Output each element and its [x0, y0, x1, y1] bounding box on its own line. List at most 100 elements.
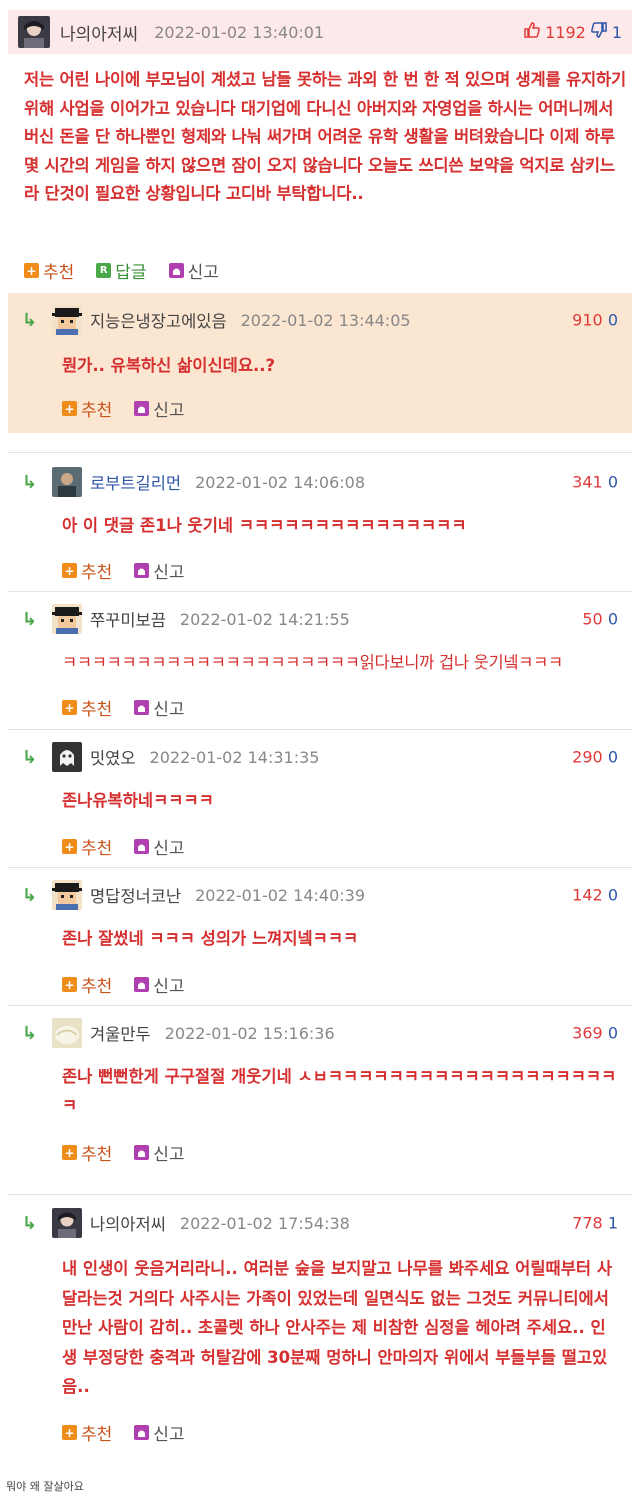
post-votes: 1192 1 — [523, 21, 622, 43]
comment-item: ↳ 나의아저씨 2022-01-02 17:54:38 778 1 내 인생이 … — [8, 1196, 632, 1460]
commenter-avatar[interactable] — [52, 467, 82, 497]
commenter-name[interactable]: 나의아저씨 — [90, 1211, 166, 1235]
comment-upvote-count: 369 — [572, 1023, 603, 1043]
comment-upvote-count: 142 — [572, 885, 603, 905]
siren-icon — [134, 563, 150, 578]
divider — [8, 452, 632, 453]
comment-header: ↳ 쭈꾸미보끔 2022-01-02 14:21:55 50 0 — [22, 602, 622, 636]
siren-icon — [134, 1145, 150, 1160]
comment-upvote-count: 50 — [582, 609, 603, 629]
recommend-button[interactable]: + 추천 — [62, 695, 112, 720]
post-actions: + 추천 R 답글 신고 — [24, 258, 219, 283]
comment-downvote-count: 1 — [607, 1213, 618, 1233]
siren-icon — [134, 700, 150, 715]
commenter-name[interactable]: 밋였오 — [90, 745, 136, 769]
commenter-name[interactable]: 명답정너코난 — [90, 883, 181, 907]
siren-icon — [134, 839, 150, 854]
commenter-avatar[interactable] — [52, 1018, 82, 1048]
comment-downvote-count: 0 — [607, 472, 618, 492]
plus-icon: + — [62, 563, 77, 578]
post-header: 나의아저씨 2022-01-02 13:40:01 1192 1 — [8, 10, 632, 54]
image-caption: 뭐야 왜 잘살아요 — [6, 1480, 84, 1493]
report-button[interactable]: 신고 — [168, 258, 219, 283]
post-date: 2022-01-02 13:40:01 — [154, 22, 325, 42]
commenter-name[interactable]: 겨울만두 — [90, 1021, 151, 1045]
comment-header: ↳ 명답정너코난 2022-01-02 14:40:39 142 0 — [22, 878, 622, 912]
comment-downvote-count: 0 — [607, 609, 618, 629]
report-button[interactable]: 신고 — [134, 695, 185, 720]
post-body: 저는 어린 나이에 부모님이 계셨고 남들 못하는 과외 한 번 한 적 있으며… — [24, 70, 626, 203]
reply-arrow-icon: ↳ — [22, 471, 38, 493]
recommend-button[interactable]: + 추천 — [62, 1420, 112, 1445]
recommend-button[interactable]: + 추천 — [24, 258, 74, 283]
commenter-avatar[interactable] — [52, 604, 82, 634]
commenter-avatar[interactable] — [52, 305, 82, 335]
comment-votes: 290 0 — [572, 748, 618, 767]
commenter-name[interactable]: 쭈꾸미보끔 — [90, 607, 166, 631]
reply-arrow-icon: ↳ — [22, 884, 38, 906]
comment-actions: + 추천 신고 — [62, 396, 185, 421]
plus-icon: + — [62, 1425, 77, 1440]
comment-upvote-count: 290 — [572, 747, 603, 767]
recommend-button[interactable]: + 추천 — [62, 834, 112, 859]
comment-item: ↳ 밋였오 2022-01-02 14:31:35 290 0 존나유복하네ㅋㅋ… — [8, 730, 632, 868]
recommend-button[interactable]: + 추천 — [62, 972, 112, 997]
comment-header: ↳ 밋였오 2022-01-02 14:31:35 290 0 — [22, 740, 622, 774]
comment-actions: + 추천 신고 — [62, 558, 185, 583]
comment-downvote-count: 0 — [607, 747, 618, 767]
comment-upvote-count: 778 — [572, 1213, 603, 1233]
comment-date: 2022-01-02 14:40:39 — [195, 885, 366, 905]
report-button[interactable]: 신고 — [134, 1140, 185, 1165]
comment-upvote-count: 341 — [572, 472, 603, 492]
post-downvote-count: 1 — [611, 22, 622, 42]
comment-header: ↳ 로부트길리먼 2022-01-02 14:06:08 341 0 — [22, 465, 622, 499]
commenter-name[interactable]: 로부트길리먼 — [90, 470, 181, 494]
comment-body: 아 이 댓글 존1나 웃기네 ㅋㅋㅋㅋㅋㅋㅋㅋㅋㅋㅋㅋㅋㅋㅋ — [62, 516, 467, 535]
comment-actions: + 추천 신고 — [62, 834, 185, 859]
siren-icon — [168, 263, 184, 278]
recommend-button[interactable]: + 추천 — [62, 396, 112, 421]
commenter-avatar[interactable] — [52, 1208, 82, 1238]
comment-date: 2022-01-02 17:54:38 — [179, 1213, 350, 1233]
report-button[interactable]: 신고 — [134, 834, 185, 859]
report-button[interactable]: 신고 — [134, 1420, 185, 1445]
reply-button[interactable]: R 답글 — [96, 258, 147, 283]
comment-votes: 369 0 — [572, 1024, 618, 1043]
commenter-name[interactable]: 지능은냉장고에있음 — [90, 308, 227, 332]
comment-body: 내 인생이 웃음거리라니.. 여러분 숲을 보지말고 나무를 봐주세요 어릴때부… — [62, 1259, 612, 1396]
comment-item: ↳ 지능은냉장고에있음 2022-01-02 13:44:05 910 0 뭔가… — [8, 293, 632, 433]
comment-body: 존나 뻔뻔한게 구구절절 개웃기네 ㅅㅂㅋㅋㅋㅋㅋㅋㅋㅋㅋㅋㅋㅋㅋㅋㅋㅋㅋㅋㅋㅋ — [62, 1067, 617, 1115]
comment-item: ↳ 쭈꾸미보끔 2022-01-02 14:21:55 50 0 ㅋㅋㅋㅋㅋㅋㅋ… — [8, 592, 632, 730]
report-button[interactable]: 신고 — [134, 972, 185, 997]
post-upvote-count: 1192 — [545, 22, 586, 42]
plus-icon: + — [62, 700, 77, 715]
comment-item: ↳ 명답정너코난 2022-01-02 14:40:39 142 0 존나 잘썼… — [8, 868, 632, 1006]
author-avatar[interactable] — [18, 16, 50, 48]
siren-icon — [134, 401, 150, 416]
comment-votes: 50 0 — [582, 610, 618, 629]
comment-date: 2022-01-02 14:06:08 — [195, 472, 366, 492]
commenter-avatar[interactable] — [52, 742, 82, 772]
recommend-button[interactable]: + 추천 — [62, 1140, 112, 1165]
comment-downvote-count: 0 — [607, 1023, 618, 1043]
thumbs-up-icon[interactable] — [523, 21, 541, 43]
recommend-button[interactable]: + 추천 — [62, 558, 112, 583]
post-author[interactable]: 나의아저씨 — [60, 20, 138, 45]
comment-header: ↳ 지능은냉장고에있음 2022-01-02 13:44:05 910 0 — [22, 303, 622, 337]
reply-icon: R — [96, 263, 112, 278]
comment-date: 2022-01-02 14:31:35 — [149, 747, 320, 767]
thumbs-down-icon[interactable] — [590, 21, 608, 43]
commenter-avatar[interactable] — [52, 880, 82, 910]
report-button[interactable]: 신고 — [134, 558, 185, 583]
plus-icon: + — [62, 977, 77, 992]
comment-header: ↳ 나의아저씨 2022-01-02 17:54:38 778 1 — [22, 1206, 622, 1240]
comment-actions: + 추천 신고 — [62, 1140, 185, 1165]
report-button[interactable]: 신고 — [134, 396, 185, 421]
siren-icon — [134, 977, 150, 992]
comment-body: 뭔가.. 유복하신 삶이신데요..? — [62, 356, 276, 375]
reply-arrow-icon: ↳ — [22, 309, 38, 331]
comment-item: ↳ 로부트길리먼 2022-01-02 14:06:08 341 0 아 이 댓… — [8, 455, 632, 589]
comment-body: 존나유복하네ㅋㅋㅋㅋ — [62, 791, 214, 810]
comment-downvote-count: 0 — [607, 885, 618, 905]
comment-downvote-count: 0 — [607, 310, 618, 330]
